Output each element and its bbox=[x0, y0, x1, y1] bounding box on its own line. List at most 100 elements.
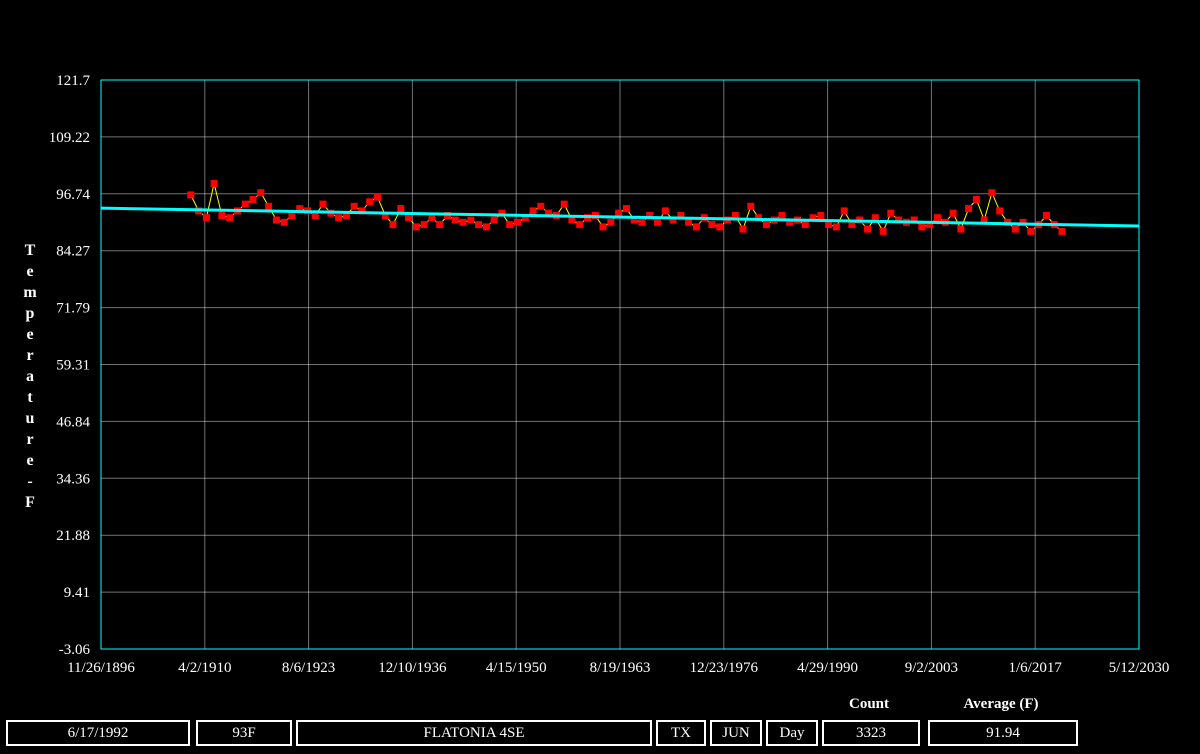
average-heading: Average (F) bbox=[963, 696, 1039, 712]
data-point bbox=[451, 216, 459, 224]
x-tick-labels: 11/26/1896 4/2/1910 8/6/1923 12/10/1936 4/15… bbox=[67, 660, 1169, 676]
data-point bbox=[202, 214, 210, 222]
data-point bbox=[934, 214, 941, 222]
data-point bbox=[226, 214, 234, 222]
y-tick-labels: 121.7 109.22 96.74 84.27 71.79 59.31 46.84 34.3… bbox=[49, 73, 91, 658]
data-point bbox=[537, 202, 545, 210]
y-axis-label-char: r bbox=[26, 347, 34, 364]
y-axis-label-char: p bbox=[25, 305, 35, 322]
temperature-box: 93F bbox=[196, 720, 292, 746]
data-point bbox=[210, 180, 218, 187]
y-tick-label: -3.06 bbox=[59, 642, 91, 658]
data-point bbox=[739, 225, 747, 233]
x-tick-label: 8/6/1923 bbox=[282, 660, 335, 676]
y-axis-label-char: e bbox=[26, 263, 34, 280]
data-point bbox=[949, 209, 957, 217]
data-point bbox=[1027, 227, 1035, 235]
data-point bbox=[957, 225, 965, 233]
y-tick-label: 84.27 bbox=[56, 244, 90, 260]
station-box: FLATONIA 4SE bbox=[296, 720, 652, 746]
x-tick-label: 4/29/1990 bbox=[797, 660, 858, 676]
average-box: 91.94 bbox=[928, 720, 1078, 746]
data-point bbox=[420, 221, 428, 229]
data-point bbox=[918, 223, 926, 231]
x-tick-label: 8/19/1963 bbox=[590, 660, 651, 676]
data-point bbox=[319, 200, 327, 208]
data-point bbox=[335, 214, 343, 222]
data-point bbox=[638, 218, 646, 226]
x-tick-label: 5/12/2030 bbox=[1109, 660, 1170, 676]
y-tick-label: 121.7 bbox=[56, 73, 90, 89]
data-point bbox=[1058, 227, 1066, 235]
data-point bbox=[965, 205, 973, 213]
data-point bbox=[482, 223, 490, 231]
data-point bbox=[514, 218, 521, 226]
data-point bbox=[879, 227, 887, 235]
x-tick-label: 12/23/1976 bbox=[690, 660, 759, 676]
y-axis-label: Temperature-F bbox=[20, 240, 40, 513]
data-point bbox=[887, 209, 895, 217]
y-axis-label-char: T bbox=[24, 242, 36, 259]
data-point bbox=[257, 189, 265, 197]
data-point bbox=[692, 223, 700, 231]
data-point bbox=[490, 216, 498, 224]
y-axis-label-char: F bbox=[25, 494, 35, 511]
data-point bbox=[560, 200, 568, 208]
data-point bbox=[801, 221, 809, 229]
y-axis-label-char: m bbox=[23, 284, 37, 301]
data-point bbox=[249, 196, 257, 203]
x-tick-label: 11/26/1896 bbox=[67, 660, 135, 676]
data-point bbox=[708, 221, 716, 229]
data-point bbox=[288, 212, 296, 219]
data-point bbox=[996, 207, 1004, 215]
data-point bbox=[218, 212, 226, 219]
data-point bbox=[832, 223, 840, 231]
y-tick-label: 109.22 bbox=[49, 130, 90, 146]
count-heading: Count bbox=[848, 696, 889, 712]
data-point bbox=[599, 223, 607, 231]
data-point bbox=[272, 216, 280, 224]
y-axis-label-char: u bbox=[25, 410, 35, 427]
data-point bbox=[265, 202, 273, 210]
date-box: 6/17/1992 bbox=[6, 720, 190, 746]
x-tick-label: 1/6/2017 bbox=[1009, 660, 1063, 676]
x-tick-label: 12/10/1936 bbox=[378, 660, 447, 676]
x-tick-label: 4/2/1910 bbox=[178, 660, 231, 676]
data-point bbox=[374, 193, 381, 201]
data-point bbox=[747, 202, 755, 210]
data-point bbox=[607, 218, 615, 226]
data-point bbox=[350, 202, 358, 210]
data-point bbox=[1042, 212, 1050, 219]
y-tick-label: 21.88 bbox=[56, 528, 90, 544]
data-point bbox=[1011, 225, 1019, 233]
y-tick-label: 34.36 bbox=[56, 471, 90, 487]
y-tick-label: 46.84 bbox=[56, 414, 90, 430]
y-axis-label-char: e bbox=[26, 326, 34, 343]
y-axis-label-char: e bbox=[26, 452, 34, 469]
data-point bbox=[778, 212, 786, 219]
data-point bbox=[576, 221, 584, 229]
data-point bbox=[988, 189, 996, 197]
data-point bbox=[817, 212, 825, 219]
data-point bbox=[716, 223, 724, 231]
data-point bbox=[366, 198, 374, 206]
data-point bbox=[840, 207, 848, 215]
y-axis-label-char: t bbox=[27, 389, 33, 406]
y-tick-label: 71.79 bbox=[56, 301, 90, 317]
y-tick-label: 96.74 bbox=[56, 187, 90, 203]
data-point bbox=[459, 218, 467, 226]
x-tick-label: 4/15/1950 bbox=[486, 660, 547, 676]
period-box: Day bbox=[766, 720, 818, 746]
x-tick-label: 9/2/2003 bbox=[905, 660, 958, 676]
data-point bbox=[685, 218, 693, 226]
data-point bbox=[622, 205, 630, 213]
data-point bbox=[529, 207, 537, 215]
state-box: TX bbox=[656, 720, 706, 746]
data-point bbox=[972, 196, 980, 203]
data-point bbox=[654, 218, 661, 226]
temperature-chart: 121.7 109.22 96.74 84.27 71.79 59.31 46.84 34.3… bbox=[49, 73, 1170, 676]
data-point bbox=[412, 223, 420, 231]
y-tick-label: 9.41 bbox=[64, 585, 90, 601]
data-point bbox=[506, 221, 514, 229]
data-point bbox=[762, 221, 770, 229]
